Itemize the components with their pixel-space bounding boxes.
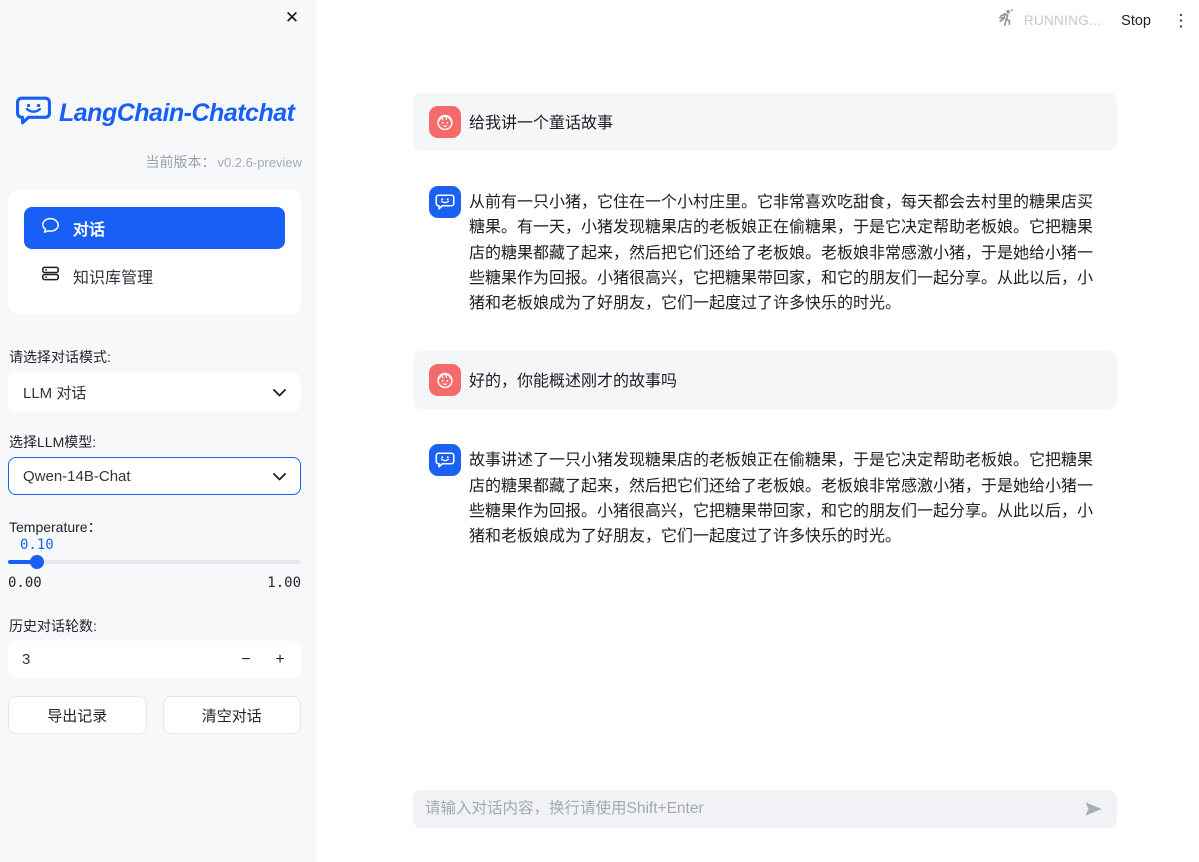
chat-area: 给我讲一个童话故事 从前有一只小猪，它住在一个小村庄里。它非常喜欢吃甜食，每天都… [413, 0, 1117, 862]
llm-model-value: Qwen-14B-Chat [23, 468, 131, 485]
temperature-value: 0.10 [20, 537, 54, 553]
nav-item-knowledge-base[interactable]: 知识库管理 [24, 255, 285, 297]
version-label: 当前版本： [145, 152, 215, 172]
server-stack-icon [40, 263, 61, 289]
user-avatar [429, 364, 461, 396]
message-text: 好的，你能概述刚才的故事吗 [469, 364, 677, 396]
version-info: 当前版本： v0.2.6-preview [145, 152, 302, 172]
send-icon[interactable] [1079, 795, 1107, 823]
slider-track[interactable] [8, 560, 301, 564]
kebab-menu-icon[interactable]: ⋮ [1171, 11, 1191, 31]
nav-item-label: 对话 [73, 216, 105, 240]
assistant-message: 从前有一只小猪，它住在一个小村庄里。它非常喜欢吃甜食，每天都会去村里的糖果店买糖… [413, 173, 1117, 329]
chat-input-bar [413, 790, 1117, 828]
chevron-down-icon [273, 384, 286, 401]
nav-item-label: 知识库管理 [73, 264, 153, 288]
chat-input[interactable] [425, 800, 1079, 818]
user-message: 好的，你能概述刚才的故事吗 [413, 351, 1117, 409]
temperature-label: Temperature： [9, 517, 102, 537]
assistant-avatar [429, 186, 461, 218]
history-rounds-input[interactable]: 3 − + [8, 641, 301, 678]
slider-max: 1.00 [267, 575, 301, 591]
dialog-mode-label: 请选择对话模式: [9, 347, 111, 367]
app-logo: LangChain-Chatchat [15, 95, 294, 131]
message-text: 故事讲述了一只小猪发现糖果店的老板娘正在偷糖果，于是它决定帮助老板娘。它把糖果店… [469, 444, 1101, 549]
clear-dialogue-button[interactable]: 清空对话 [163, 696, 302, 734]
chat-bubble-icon [40, 215, 61, 241]
increment-button[interactable]: + [263, 645, 297, 674]
decrement-button[interactable]: − [229, 645, 263, 674]
sidebar-actions: 导出记录 清空对话 [8, 696, 301, 734]
stop-button[interactable]: Stop [1115, 11, 1157, 31]
nav-menu: 对话 知识库管理 [8, 190, 301, 314]
slider-min: 0.00 [8, 575, 42, 591]
slider-thumb[interactable] [30, 555, 44, 569]
export-history-button[interactable]: 导出记录 [8, 696, 147, 734]
sidebar: ✕ LangChain-Chatchat 当前版本： v0.2.6-previe… [0, 0, 316, 862]
user-avatar [429, 106, 461, 138]
nav-item-dialogue[interactable]: 对话 [24, 207, 285, 249]
history-rounds-value: 3 [22, 651, 229, 668]
user-message: 给我讲一个童话故事 [413, 93, 1117, 151]
assistant-avatar [429, 444, 461, 476]
chat-bubble-logo-icon [15, 95, 52, 131]
history-rounds-label: 历史对话轮数: [9, 616, 97, 636]
dialog-mode-select[interactable]: LLM 对话 [8, 373, 301, 411]
app-title: LangChain-Chatchat [59, 99, 294, 128]
llm-model-label: 选择LLM模型: [9, 432, 96, 452]
dialog-mode-value: LLM 对话 [23, 382, 86, 403]
message-text: 给我讲一个童话故事 [469, 106, 613, 138]
message-text: 从前有一只小猪，它住在一个小村庄里。它非常喜欢吃甜食，每天都会去村里的糖果店买糖… [469, 186, 1101, 316]
slider-range: 0.00 1.00 [8, 575, 301, 591]
message-list: 给我讲一个童话故事 从前有一只小猪，它住在一个小村庄里。它非常喜欢吃甜食，每天都… [413, 93, 1117, 585]
llm-model-select[interactable]: Qwen-14B-Chat [8, 457, 301, 495]
assistant-message: 故事讲述了一只小猪发现糖果店的老板娘正在偷糖果，于是它决定帮助老板娘。它把糖果店… [413, 431, 1117, 562]
temperature-slider[interactable] [8, 555, 301, 569]
chevron-down-icon [273, 468, 286, 485]
close-sidebar-icon[interactable]: ✕ [280, 6, 304, 30]
version-value: v0.2.6-preview [217, 155, 302, 170]
